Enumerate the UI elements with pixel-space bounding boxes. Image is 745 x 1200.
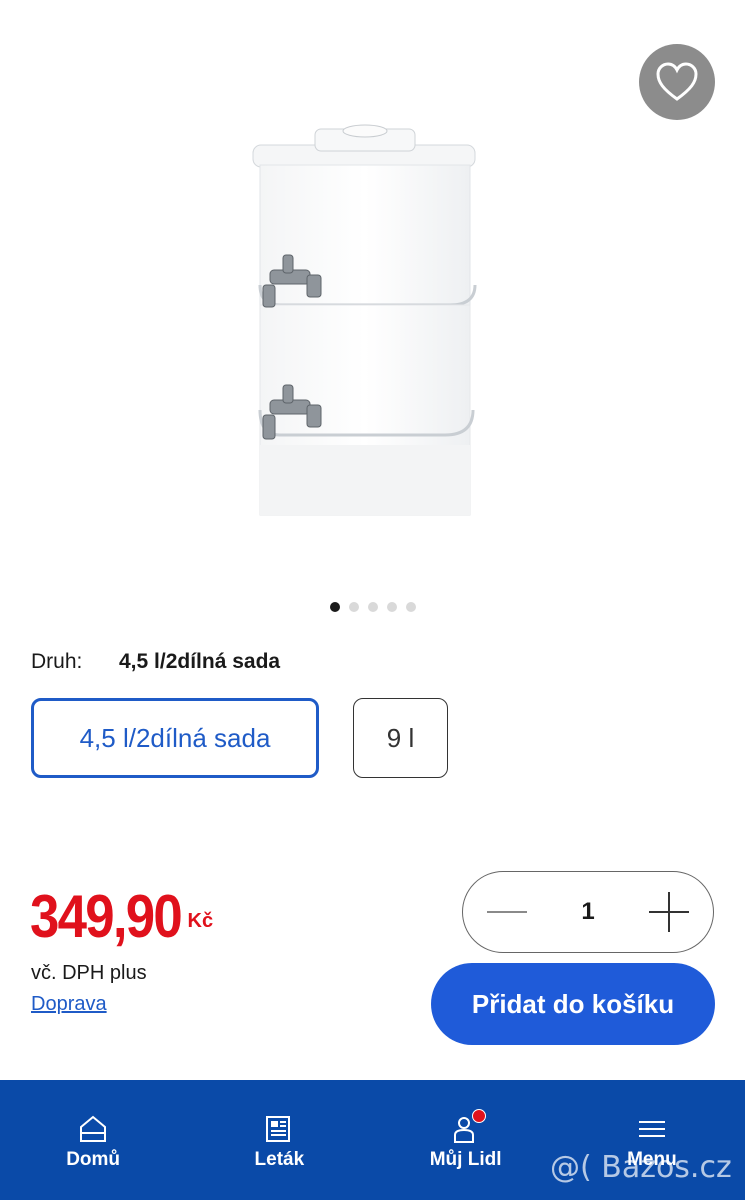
shipping-link[interactable]: Doprava <box>31 993 107 1016</box>
nav-label: Domů <box>66 1149 121 1170</box>
menu-icon <box>638 1121 665 1137</box>
decrease-button[interactable] <box>487 892 527 932</box>
price-currency: Kč <box>187 910 214 932</box>
nav-item-my-lidl[interactable]: Můj Lidl <box>373 1080 559 1200</box>
watermark: @( Bazos.cz <box>550 1150 732 1185</box>
variant-row: Druh: 4,5 l/2dílná sada <box>31 650 280 674</box>
variant-label: Druh: <box>31 650 83 673</box>
price-value: 349,90 <box>30 883 183 950</box>
nav-label: Můj Lidl <box>429 1149 502 1170</box>
user-icon <box>450 1109 486 1145</box>
nav-item-flyer[interactable]: Leták <box>186 1080 372 1200</box>
heart-icon <box>656 62 698 101</box>
increase-button[interactable] <box>648 892 689 932</box>
nav-item-home[interactable]: Domů <box>0 1080 186 1200</box>
variant-option-4-5l[interactable]: 4,5 l/2dílná sada <box>31 698 319 778</box>
favorite-button[interactable] <box>639 44 715 120</box>
add-to-cart-button[interactable]: Přidat do košíku <box>431 963 715 1045</box>
gallery-pagination <box>0 602 745 612</box>
quantity-stepper: 1 <box>462 871 714 953</box>
nav-label: Leták <box>254 1149 305 1170</box>
notification-dot <box>471 1109 486 1123</box>
product-image <box>252 124 477 516</box>
minus-icon <box>487 911 527 913</box>
pagination-dot[interactable] <box>367 602 378 612</box>
plus-icon <box>648 892 689 932</box>
variant-selected-value: 4,5 l/2dílná sada <box>119 650 281 673</box>
home-icon <box>80 1115 107 1142</box>
variant-option-9l[interactable]: 9 l <box>353 698 448 778</box>
pagination-dot[interactable] <box>386 602 397 612</box>
vat-note: vč. DPH plus <box>31 962 147 984</box>
pagination-dot[interactable] <box>329 602 340 612</box>
pagination-dot[interactable] <box>405 602 416 612</box>
quantity-value[interactable]: 1 <box>581 898 594 926</box>
flyer-icon <box>266 1116 291 1142</box>
price: 349,90 Kč <box>30 882 213 951</box>
pagination-dot[interactable] <box>348 602 359 612</box>
product-gallery[interactable] <box>0 0 745 630</box>
